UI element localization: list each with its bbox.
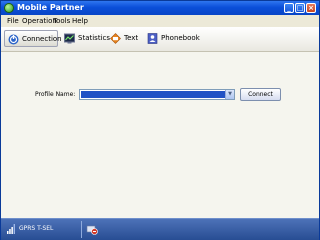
profile-name-label: Profile Name:	[35, 91, 76, 98]
profile-name-select[interactable]: ▼	[79, 89, 235, 100]
tab-phonebook-label: Phonebook	[161, 34, 200, 42]
tab-text[interactable]: Text	[107, 30, 139, 47]
statistics-icon	[64, 33, 75, 44]
signal-strength-icon	[7, 224, 15, 234]
connection-panel: Profile Name: ▼ Connect	[1, 52, 319, 218]
menu-operation[interactable]: Operation	[22, 15, 57, 27]
minimize-button[interactable]: _	[284, 3, 294, 13]
phonebook-icon	[147, 33, 158, 44]
app-window: Mobile Partner _ □ × File Operation Tool…	[0, 0, 320, 240]
menu-help[interactable]: Help	[72, 15, 88, 27]
connection-icon	[8, 34, 19, 45]
connection-status-icon	[86, 225, 98, 235]
status-bar: GPRS T-SEL	[1, 218, 319, 240]
window-title: Mobile Partner	[17, 3, 84, 12]
title-bar[interactable]: Mobile Partner _ □ ×	[1, 1, 319, 15]
tab-text-label: Text	[124, 34, 139, 42]
close-button[interactable]: ×	[306, 3, 316, 13]
tab-phonebook[interactable]: Phonebook	[144, 30, 200, 47]
menu-file[interactable]: File	[7, 15, 19, 27]
status-divider	[81, 221, 82, 238]
chevron-down-icon[interactable]: ▼	[225, 90, 234, 99]
app-logo-icon	[4, 3, 14, 13]
menu-tools[interactable]: Tools	[53, 15, 70, 27]
tab-connection[interactable]: Connection	[4, 30, 62, 47]
network-status: GPRS T-SEL	[19, 225, 54, 232]
tab-statistics[interactable]: Statistics	[61, 30, 110, 47]
tab-statistics-label: Statistics	[78, 34, 110, 42]
tab-toolbar: Connection Statistics Text Phonebook	[1, 27, 319, 52]
tab-connection-label: Connection	[22, 35, 62, 43]
profile-name-value	[81, 91, 225, 98]
text-message-icon	[110, 33, 121, 44]
maximize-button[interactable]: □	[295, 3, 305, 13]
connect-button[interactable]: Connect	[240, 88, 281, 101]
menu-bar: File Operation Tools Help	[1, 15, 319, 27]
